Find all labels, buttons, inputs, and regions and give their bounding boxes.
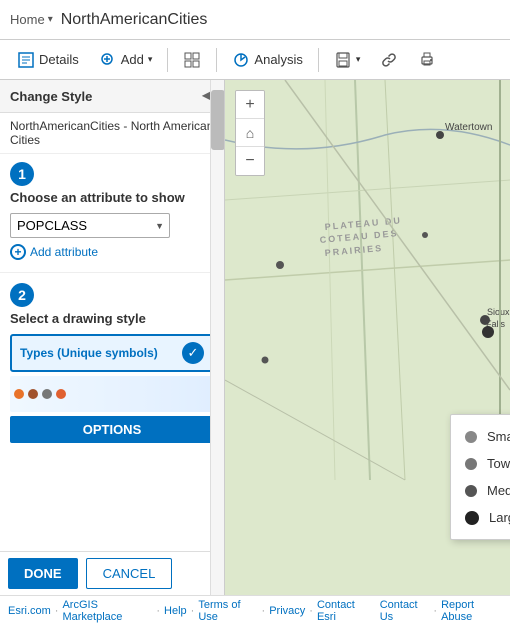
link-button[interactable] <box>371 46 407 74</box>
panel-footer: DONE CANCEL <box>0 551 224 595</box>
large-city-label: Large City <box>489 510 510 525</box>
map-area[interactable]: Watertown PLATEAU DU COTEAU DES PRAIRIES… <box>225 80 510 595</box>
separator2 <box>216 48 217 72</box>
done-button[interactable]: DONE <box>8 558 78 589</box>
grid-icon <box>183 51 201 69</box>
preview-dot-3 <box>42 389 52 399</box>
add-attr-icon: + <box>10 244 26 260</box>
analysis-label: Analysis <box>254 52 302 67</box>
zoom-controls: + ⌂ − <box>235 90 265 176</box>
contact-us-link[interactable]: Contact Us <box>380 599 430 623</box>
add-icon <box>99 51 117 69</box>
dropdown-item-town: Town <box>451 450 510 477</box>
home-label: Home <box>10 12 45 27</box>
medium-city-dot <box>465 485 477 497</box>
privacy-link[interactable]: Privacy <box>269 605 305 617</box>
save-chevron-icon: ▾ <box>356 54 361 65</box>
dropdown-item-medium-city: Medium City <box>451 477 510 504</box>
step2-section: 2 Select a drawing style Types (Unique s… <box>0 277 224 453</box>
dropdown-item-small-town: Small Town <box>451 423 510 450</box>
add-button[interactable]: Add ▾ <box>90 46 162 74</box>
details-button[interactable]: Details <box>8 46 88 74</box>
watertown-dot <box>436 131 444 139</box>
options-button[interactable]: OPTIONS <box>10 416 214 443</box>
step2-circle: 2 <box>10 283 34 307</box>
preview-dot-2 <box>28 389 38 399</box>
attribute-select-wrapper: POPCLASS <box>10 213 170 238</box>
small-town-dot <box>465 431 477 443</box>
add-attribute-label: Add attribute <box>30 245 98 259</box>
svg-text:Watertown: Watertown <box>445 122 492 133</box>
cancel-button[interactable]: CANCEL <box>86 558 173 589</box>
report-abuse-link[interactable]: Report Abuse <box>441 599 502 623</box>
town-label: Town <box>487 456 510 471</box>
print-icon <box>418 51 436 69</box>
step1-circle: 1 <box>10 162 34 186</box>
layer-name: NorthAmericanCities - North American Cit… <box>0 113 224 154</box>
step2-label: Select a drawing style <box>10 311 214 326</box>
style-preview <box>10 376 214 412</box>
grid-button[interactable] <box>174 46 210 74</box>
large-city-dot <box>465 511 479 525</box>
analysis-button[interactable]: Analysis <box>223 46 311 74</box>
drawing-style-card[interactable]: Types (Unique symbols) ✓ <box>10 334 214 372</box>
save-icon <box>334 51 352 69</box>
save-button[interactable]: ▾ <box>325 46 370 74</box>
panel-title: Change Style <box>10 89 92 104</box>
small-town-label: Small Town <box>487 429 510 444</box>
zoom-home-button[interactable]: ⌂ <box>236 119 264 147</box>
details-icon <box>17 51 35 69</box>
scroll-thumb <box>211 90 225 150</box>
divider1 <box>0 272 224 273</box>
separator1 <box>167 48 168 72</box>
contact-esri-link[interactable]: Contact Esri <box>317 599 372 623</box>
footer: Esri.com · ArcGIS Marketplace · Help · T… <box>0 595 510 625</box>
zoom-in-button[interactable]: + <box>236 91 264 119</box>
town-dot <box>465 458 477 470</box>
medium-city-label: Medium City <box>487 483 510 498</box>
arcgis-marketplace-link[interactable]: ArcGIS Marketplace <box>62 599 152 623</box>
preview-dot-1 <box>14 389 24 399</box>
link-icon <box>380 51 398 69</box>
toolbar: Details Add ▾ Analysis ▾ <box>0 40 510 80</box>
add-attribute-link[interactable]: + Add attribute <box>10 244 214 260</box>
preview-dot-4 <box>56 389 66 399</box>
scrollbar[interactable] <box>210 80 224 595</box>
header: Home ▾ NorthAmericanCities <box>0 0 510 40</box>
home-chevron-icon: ▾ <box>48 14 53 25</box>
step1-label: Choose an attribute to show <box>10 190 214 205</box>
print-button[interactable] <box>409 46 445 74</box>
map-background: Watertown PLATEAU DU COTEAU DES PRAIRIES… <box>225 80 510 595</box>
page-title: NorthAmericanCities <box>61 11 208 29</box>
svg-text:Sioux: Sioux <box>487 307 510 317</box>
terms-link[interactable]: Terms of Use <box>198 599 257 623</box>
attribute-select[interactable]: POPCLASS <box>10 213 170 238</box>
dropdown-popup: Small Town Town Medium City Large City <box>450 414 510 540</box>
zoom-out-button[interactable]: − <box>236 147 264 175</box>
details-label: Details <box>39 52 79 67</box>
left-panel: Change Style ◀ NorthAmericanCities - Nor… <box>0 80 225 595</box>
step1-section: 1 Choose an attribute to show POPCLASS +… <box>0 154 224 268</box>
dropdown-item-large-city: Large City <box>451 504 510 531</box>
main-content: Change Style ◀ NorthAmericanCities - Nor… <box>0 80 510 595</box>
analysis-icon <box>232 51 250 69</box>
add-chevron-icon: ▾ <box>148 54 153 65</box>
help-link[interactable]: Help <box>164 605 187 617</box>
add-label: Add <box>121 52 144 67</box>
home-nav[interactable]: Home ▾ <box>10 12 53 27</box>
drawing-style-label: Types (Unique symbols) <box>20 346 158 360</box>
panel-header: Change Style ◀ <box>0 80 224 113</box>
separator3 <box>318 48 319 72</box>
esri-link[interactable]: Esri.com <box>8 605 51 617</box>
check-icon: ✓ <box>182 342 204 364</box>
